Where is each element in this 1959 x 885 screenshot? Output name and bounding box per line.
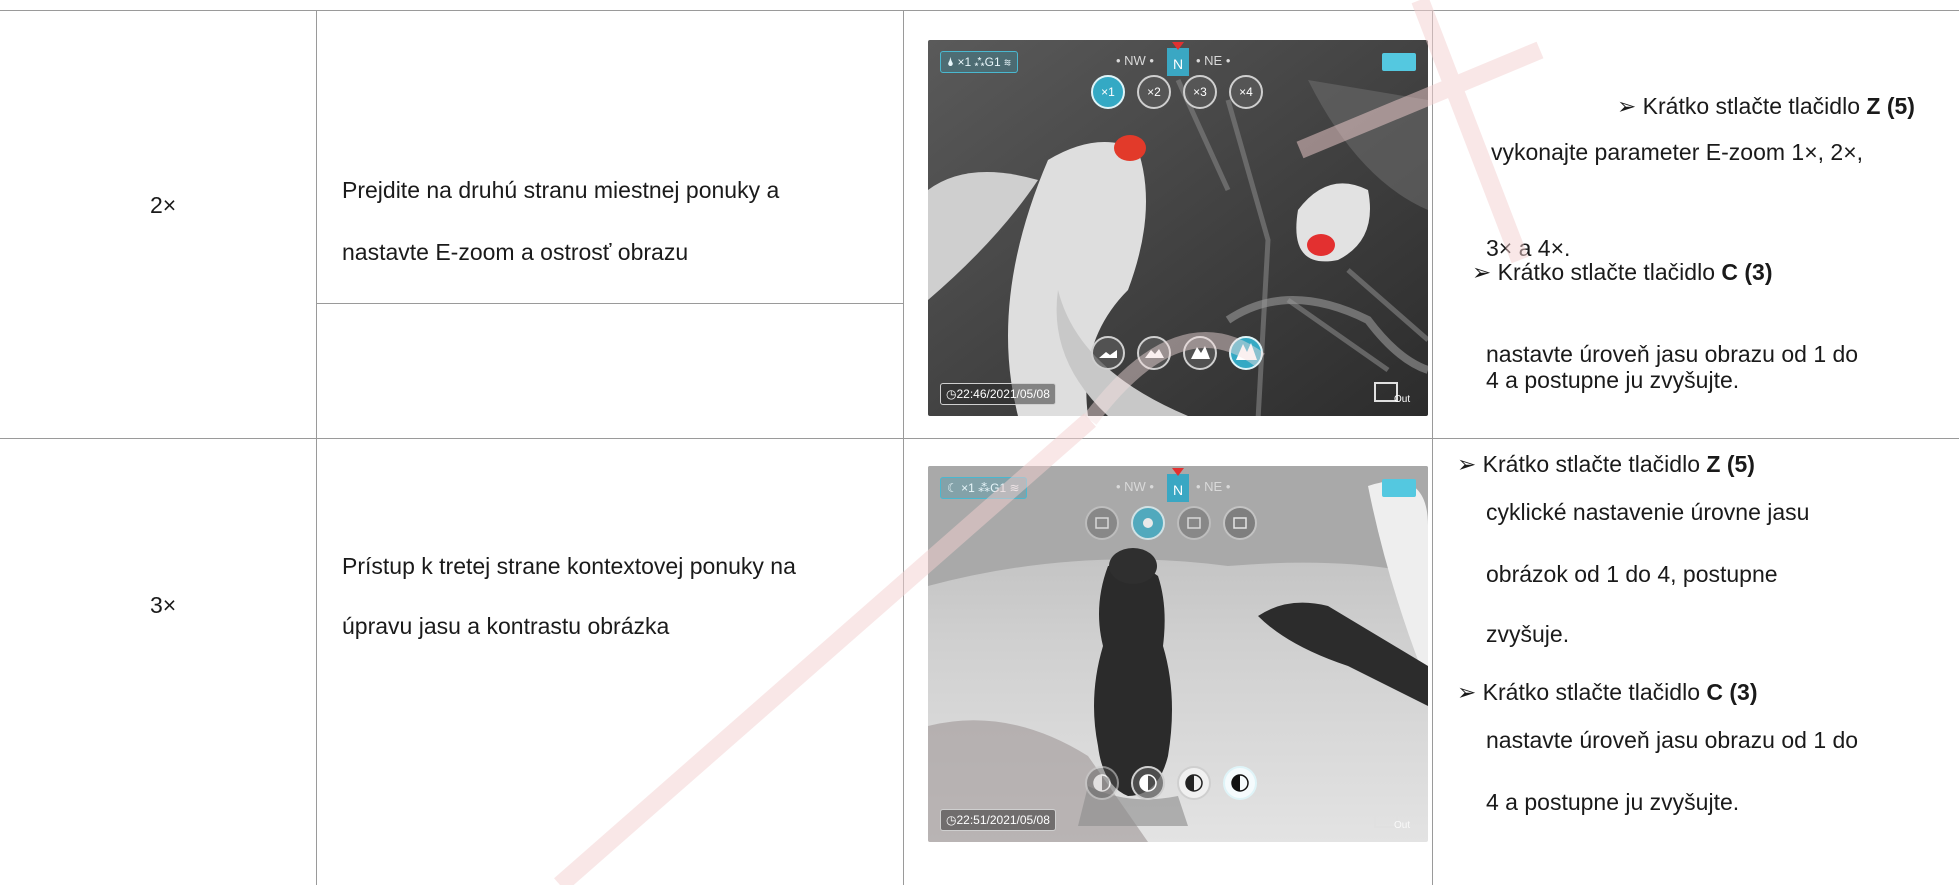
compass-north-marker: N [1167, 468, 1189, 502]
thermal-scene-image [928, 40, 1428, 416]
compass-left-label: • NW • [1116, 53, 1154, 68]
column-divider-2 [903, 10, 904, 885]
sharpness-2-icon [1137, 336, 1171, 370]
brightness-3-icon [1177, 506, 1211, 540]
brightness-1-icon [1085, 506, 1119, 540]
action-text-line: nastavte E-zoom a ostrosť obrazu [342, 239, 689, 265]
desc-line: 4 a postupne ju zvyšujte. [1486, 789, 1740, 815]
desc-line: nastavte úroveň jasu obrazu od 1 do [1486, 727, 1859, 753]
contrast-3-icon [1177, 766, 1211, 800]
timestamp-text: 22:46/2021/05/08 [956, 387, 1050, 401]
contrast-2-icon [1131, 766, 1165, 800]
device-screenshot: ☾ ×1 ⁂G1 ≋ • NW • N • NE • ◷22:51/2021/0… [928, 466, 1428, 842]
status-bar: ☾ ×1 ⁂G1 ≋ [940, 477, 1027, 499]
battery-icon [1382, 53, 1416, 71]
brightness-4-icon [1223, 506, 1257, 540]
desc-line: cyklické nastavenie úrovne jasu [1486, 499, 1810, 525]
table-top-border [0, 10, 1959, 11]
compass-right-label: • NE • [1196, 53, 1231, 68]
sharpness-4-icon [1229, 336, 1263, 370]
zoom-4x-option: ×4 [1229, 75, 1263, 109]
video-out-icon: Out [1374, 382, 1414, 406]
compass-north-marker: N [1167, 42, 1189, 76]
timestamp: ◷22:51/2021/05/08 [940, 809, 1056, 831]
zoom-2x-option: ×2 [1137, 75, 1171, 109]
timestamp: ◷22:46/2021/05/08 [940, 383, 1056, 405]
status-bar: 🌢 ×1 ⁂G1 ≋ [940, 51, 1018, 73]
press-count-cell: 3× [150, 592, 177, 618]
video-out-label: Out [1394, 820, 1411, 831]
desc-line: zvyšuje. [1486, 621, 1570, 647]
sharpness-1-icon [1091, 336, 1125, 370]
desc-line: nastavte úroveň jasu obrazu od 1 do [1486, 341, 1859, 367]
action-text-line: Prejdite na druhú stranu miestnej ponuky… [342, 177, 780, 203]
desc-line: ➢ Krátko stlačte tlačidlo C (3) [1472, 259, 1773, 285]
battery-icon [1382, 479, 1416, 497]
desc-line: ➢ Krátko stlačte tlačidlo C (3) [1457, 679, 1758, 705]
desc-line: vykonajte parameter E-zoom 1×, 2×, [1491, 139, 1864, 165]
column-divider-1 [316, 10, 317, 885]
compass-left-label: • NW • [1116, 479, 1154, 494]
action-text-line: Prístup k tretej strane kontextovej ponu… [342, 553, 796, 579]
desc-line: ➢ Krátko stlačte tlačidlo Z (5) [1617, 93, 1915, 119]
timestamp-text: 22:51/2021/05/08 [956, 813, 1050, 827]
contrast-4-icon [1223, 766, 1257, 800]
compass-right-label: • NE • [1196, 479, 1231, 494]
sharpness-3-icon [1183, 336, 1217, 370]
video-out-icon: Out [1374, 808, 1414, 832]
zoom-3x-option: ×3 [1183, 75, 1217, 109]
desc-line: 4 a postupne ju zvyšujte. [1486, 367, 1740, 393]
video-out-label: Out [1394, 394, 1411, 405]
action-text-line: úpravu jasu a kontrastu obrázka [342, 613, 670, 639]
zoom-1x-option: ×1 [1091, 75, 1125, 109]
device-screenshot: 🌢 ×1 ⁂G1 ≋ • NW • N • NE • ×1 ×2 ×3 ×4 ◷… [928, 40, 1428, 416]
column-divider-3 [1432, 10, 1433, 885]
row-divider [0, 438, 1959, 439]
desc-line: ➢ Krátko stlačte tlačidlo Z (5) [1457, 451, 1755, 477]
press-count-cell: 2× [150, 192, 177, 218]
brightness-2-icon [1131, 506, 1165, 540]
desc-line: obrázok od 1 do 4, postupne [1486, 561, 1778, 587]
contrast-1-icon [1085, 766, 1119, 800]
action-cell-inner-divider [316, 303, 904, 304]
